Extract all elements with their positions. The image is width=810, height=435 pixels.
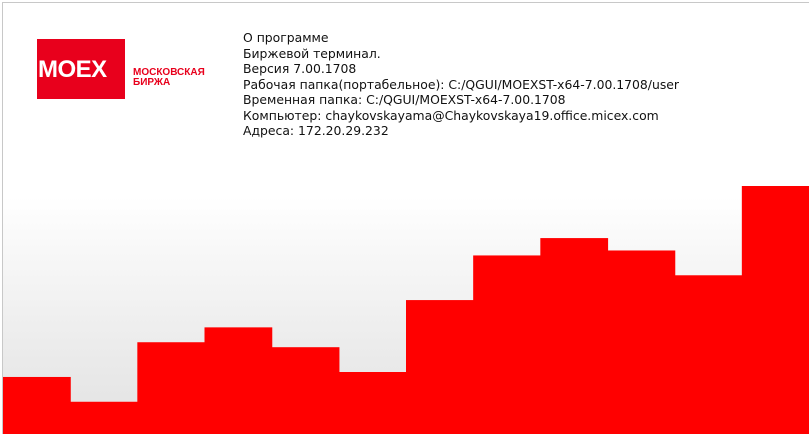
- decor-bar: [406, 300, 474, 434]
- about-window: MOEX МОСКОВСКАЯ БИРЖА О программе Биржев…: [2, 2, 809, 434]
- decor-bar: [204, 327, 273, 434]
- decor-bar: [271, 347, 340, 434]
- version-text: Версия 7.00.1708: [243, 61, 357, 76]
- decor-bar: [70, 401, 138, 434]
- product-name: Биржевой терминал.: [243, 45, 381, 61]
- logo-wordmark: МОСКОВСКАЯ БИРЖА: [133, 68, 233, 88]
- logo-mark: MOEX: [38, 56, 107, 83]
- temp-folder-text: Временная папка: C:/QGUI/MOEXST-x64-7.00…: [243, 92, 566, 107]
- computer-text: Компьютер: chaykovskayama@Chaykovskaya19…: [243, 107, 659, 123]
- about-info: О программе Биржевой терминал. Версия 7.…: [243, 30, 679, 139]
- addresses-text: Адреса: 172.20.29.232: [243, 123, 389, 138]
- decor-bar: [674, 275, 743, 434]
- decor-bar: [338, 372, 407, 434]
- decor-bar: [137, 342, 206, 434]
- moex-logo: MOEX МОСКОВСКАЯ БИРЖА: [30, 39, 230, 99]
- about-title: О программе: [243, 30, 329, 45]
- logo-wordmark-line2: БИРЖА: [133, 77, 171, 88]
- decor-bar: [3, 376, 71, 434]
- work-folder-text: Рабочая папка(портабельное): C:/QGUI/MOE…: [243, 76, 680, 92]
- decor-bar: [607, 250, 676, 434]
- decor-bar: [540, 238, 609, 434]
- decor-bar: [473, 255, 541, 434]
- decor-bar: [741, 186, 809, 434]
